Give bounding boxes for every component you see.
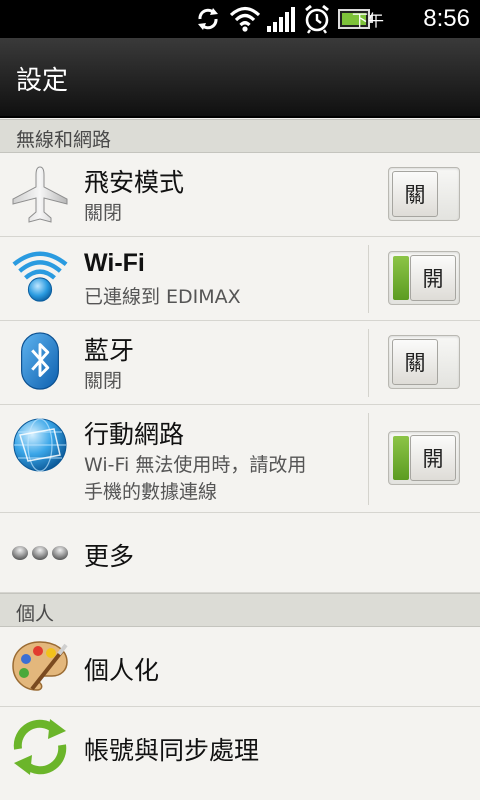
palette-icon <box>12 641 68 691</box>
toggle-on-indicator <box>393 256 409 300</box>
mobile-desc-line2: 手機的數據連線 <box>84 481 218 503</box>
wifi-icon <box>229 6 261 32</box>
wifi-icon <box>12 251 68 302</box>
personalize-title: 個人化 <box>84 656 160 685</box>
more-dots-icon <box>12 546 68 560</box>
row-divider <box>368 329 369 397</box>
airplane-title: 飛安模式 <box>84 168 185 197</box>
status-bar: 下午 8:56 <box>0 0 480 38</box>
row-airplane-mode[interactable]: 飛安模式 關閉 關 <box>0 153 480 237</box>
toggle-on-indicator <box>393 436 409 480</box>
toggle-knob: 開 <box>410 435 456 481</box>
row-personalize[interactable]: 個人化 <box>0 627 480 707</box>
airplane-icon <box>12 166 68 223</box>
row-mobile-network[interactable]: 行動網路 Wi-Fi 無法使用時，請改用 手機的數據連線 開 <box>0 405 480 513</box>
section-label: 無線和網路 <box>16 129 112 151</box>
row-divider <box>368 413 369 505</box>
airplane-toggle[interactable]: 關 <box>388 167 460 221</box>
row-wifi[interactable]: Wi-Fi 已連線到 EDIMAX 開 <box>0 237 480 321</box>
status-time: 8:56 <box>423 5 470 32</box>
wifi-status: 已連線到 EDIMAX <box>84 286 241 308</box>
mobile-desc-line1: Wi-Fi 無法使用時，請改用 <box>84 454 307 476</box>
toggle-knob: 關 <box>392 171 438 217</box>
sync-icon <box>13 719 67 775</box>
status-ampm: 下午 <box>351 11 384 30</box>
bluetooth-status: 關閉 <box>84 370 123 392</box>
page-title: 設定 <box>16 66 69 96</box>
section-header-personal: 個人 <box>0 593 480 627</box>
toggle-knob: 開 <box>410 255 456 301</box>
row-accounts-sync[interactable]: 帳號與同步處理 <box>0 707 480 800</box>
title-bar: 設定 <box>0 38 480 118</box>
more-title: 更多 <box>84 542 135 571</box>
mobile-toggle[interactable]: 開 <box>388 431 460 485</box>
bluetooth-toggle[interactable]: 關 <box>388 335 460 389</box>
bluetooth-title: 藍牙 <box>84 336 135 365</box>
row-more[interactable]: 更多 <box>0 513 480 593</box>
sync-title: 帳號與同步處理 <box>84 736 260 765</box>
wifi-toggle[interactable]: 開 <box>388 251 460 305</box>
bluetooth-icon <box>21 332 59 390</box>
globe-network-icon <box>13 418 67 472</box>
mobile-title: 行動網路 <box>84 420 185 449</box>
signal-icon <box>267 7 295 32</box>
alarm-icon <box>305 4 329 34</box>
toggle-knob: 關 <box>392 339 438 385</box>
airplane-status: 關閉 <box>84 202 123 224</box>
row-divider <box>368 245 369 313</box>
sync-icon <box>198 8 218 30</box>
row-bluetooth[interactable]: 藍牙 關閉 關 <box>0 321 480 405</box>
section-label: 個人 <box>16 603 55 625</box>
section-header-wireless: 無線和網路 <box>0 119 480 153</box>
wifi-title: Wi-Fi <box>84 249 145 277</box>
